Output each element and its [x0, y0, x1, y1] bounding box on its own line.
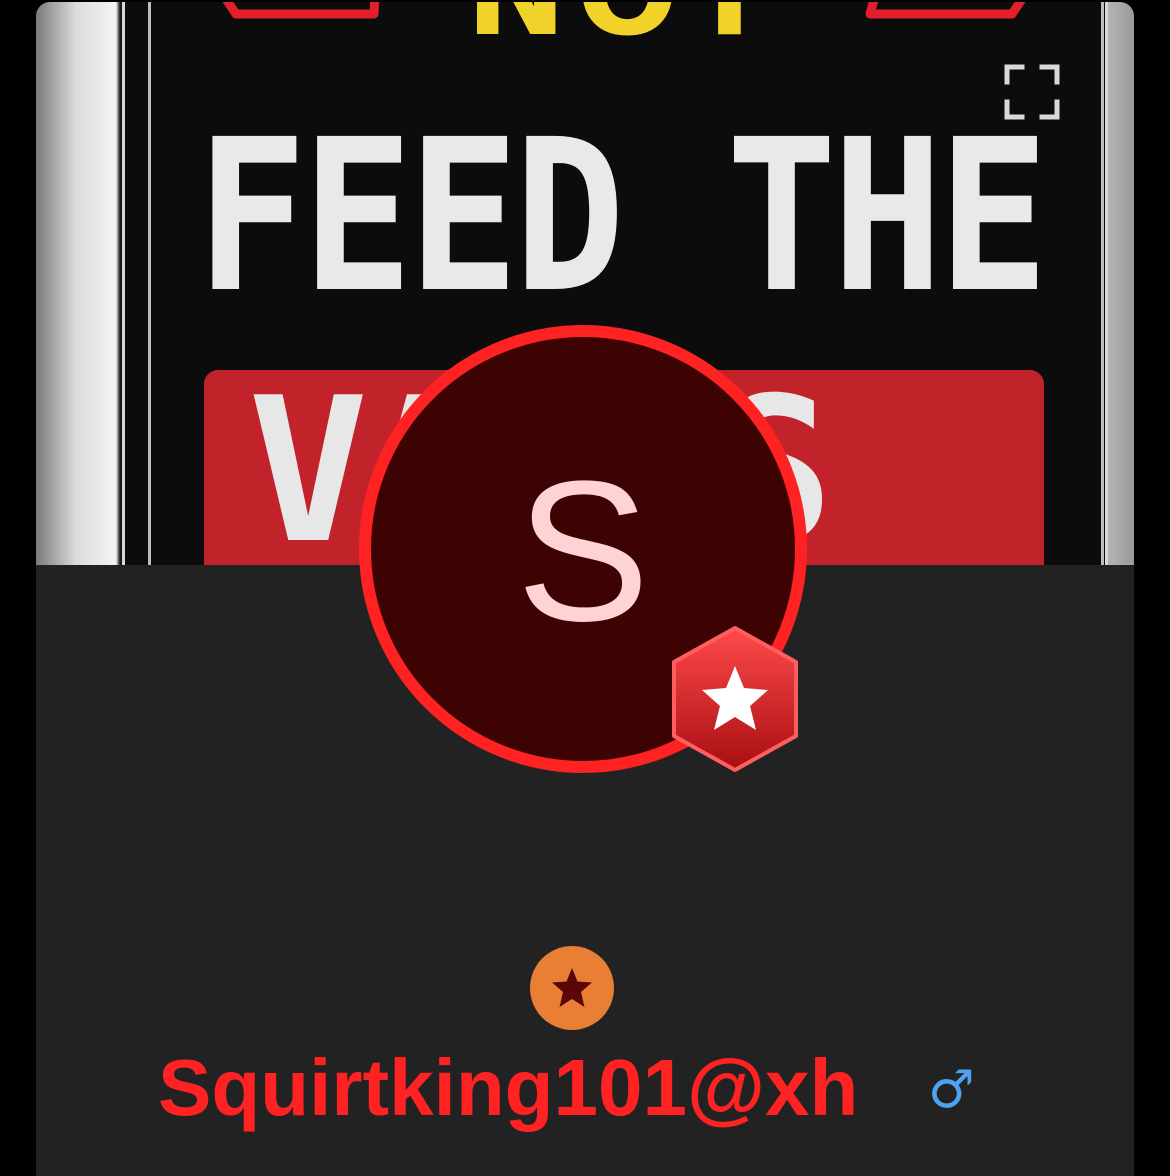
username-row: Squirtking101@xh ♂ [36, 1042, 1134, 1152]
username: Squirtking101@xh [158, 1043, 859, 1132]
warning-triangle-icon [865, 2, 1026, 19]
gender-male-icon: ♂ [928, 1060, 975, 1120]
level-badge[interactable] [530, 946, 614, 1030]
warning-triangle-icon [222, 2, 380, 19]
profile-card: NOT FEED THE VAPES S [36, 2, 1134, 1176]
sign-top-text: NOT [466, 2, 780, 63]
star-icon [552, 968, 592, 1007]
sign-middle-text: FEED THE [196, 94, 1049, 339]
avatar-initial: S [516, 440, 650, 663]
verified-star-badge-icon[interactable] [666, 624, 804, 774]
fullscreen-icon[interactable] [1004, 64, 1060, 120]
